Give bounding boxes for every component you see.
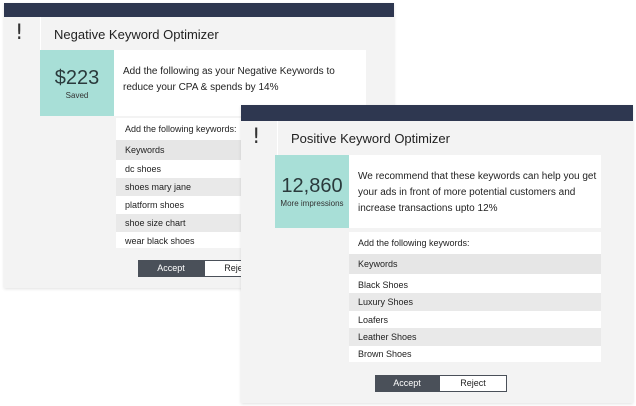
accept-button[interactable]: Accept [138, 260, 204, 277]
keywords-header: Keywords [349, 254, 601, 274]
keywords-panel: Add the following keywords: Keywords Bla… [349, 232, 601, 362]
keyword-row[interactable]: Luxury Shoes [349, 293, 601, 311]
keyword-row[interactable]: Leather Shoes [349, 328, 601, 346]
metric-value: 12,860 [281, 175, 343, 197]
summary-panel: 12,860 More impressions We recommend tha… [275, 155, 601, 228]
alert-icon: ! [252, 124, 261, 148]
card-title: Negative Keyword Optimizer [54, 27, 219, 42]
keyword-row[interactable]: Black Shoes [349, 276, 601, 294]
metric-caption: More impressions [280, 199, 344, 208]
card-top-bar [4, 3, 394, 17]
positive-keyword-card: ! Positive Keyword Optimizer 12,860 More… [241, 105, 633, 403]
accept-button[interactable]: Accept [375, 375, 439, 392]
card-title: Positive Keyword Optimizer [291, 131, 450, 146]
keyword-row[interactable]: Brown Shoes [349, 345, 601, 363]
card-header: ! Positive Keyword Optimizer [241, 121, 633, 155]
alert-icon: ! [15, 20, 24, 44]
metric-box: 12,860 More impressions [275, 155, 349, 228]
metric-box: $223 Saved [40, 50, 114, 116]
header-divider [277, 121, 278, 155]
reject-button[interactable]: Reject [439, 375, 507, 392]
header-divider [40, 17, 41, 51]
keywords-prompt: Add the following keywords: [125, 124, 237, 134]
metric-value: $223 [54, 66, 100, 89]
card-header: ! Negative Keyword Optimizer [4, 17, 394, 51]
summary-description: Add the following as your Negative Keywo… [123, 66, 335, 93]
card-top-bar [241, 105, 633, 121]
summary-description: We recommend that these keywords can hel… [358, 171, 597, 214]
keyword-row[interactable]: Loafers [349, 311, 601, 329]
keywords-prompt: Add the following keywords: [358, 238, 470, 248]
metric-caption: Saved [65, 90, 89, 100]
